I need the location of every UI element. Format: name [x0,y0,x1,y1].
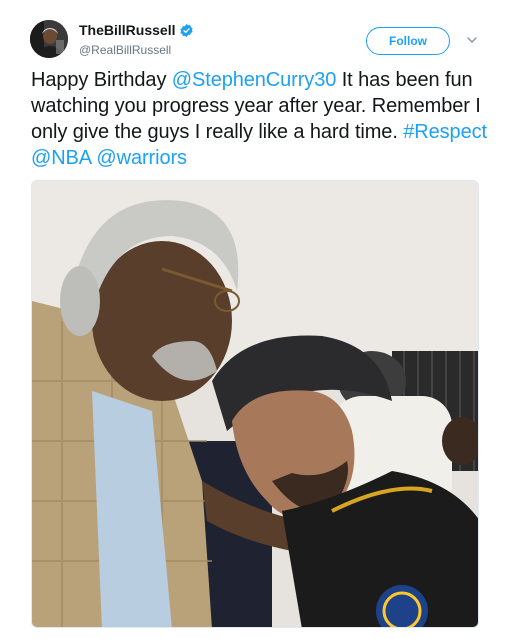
photo-two-men [32,181,478,627]
tweet-card: TheBillRussell @RealBillRussell Follow H… [0,0,508,639]
hashtag-respect[interactable]: #Respect [403,121,487,143]
author-avatar[interactable] [30,20,68,58]
tweet-photo[interactable] [31,180,479,628]
author-handle[interactable]: @RealBillRussell [79,42,194,58]
verified-badge-icon [180,23,194,37]
profile-photo [30,20,68,58]
tweet-text: Happy Birthday @StephenCurry30 It has be… [31,67,491,171]
author-info: TheBillRussell @RealBillRussell [79,21,194,58]
mention-nba[interactable]: @NBA [31,147,91,169]
mention-warriors[interactable]: @warriors [96,147,187,169]
chevron-down-icon[interactable] [466,34,478,46]
tweet-text-part: Happy Birthday [31,69,172,91]
display-name-text: TheBillRussell [79,22,176,38]
display-name[interactable]: TheBillRussell [79,21,194,39]
follow-button[interactable]: Follow [366,27,450,55]
mention-stephencurry30[interactable]: @StephenCurry30 [172,69,337,91]
